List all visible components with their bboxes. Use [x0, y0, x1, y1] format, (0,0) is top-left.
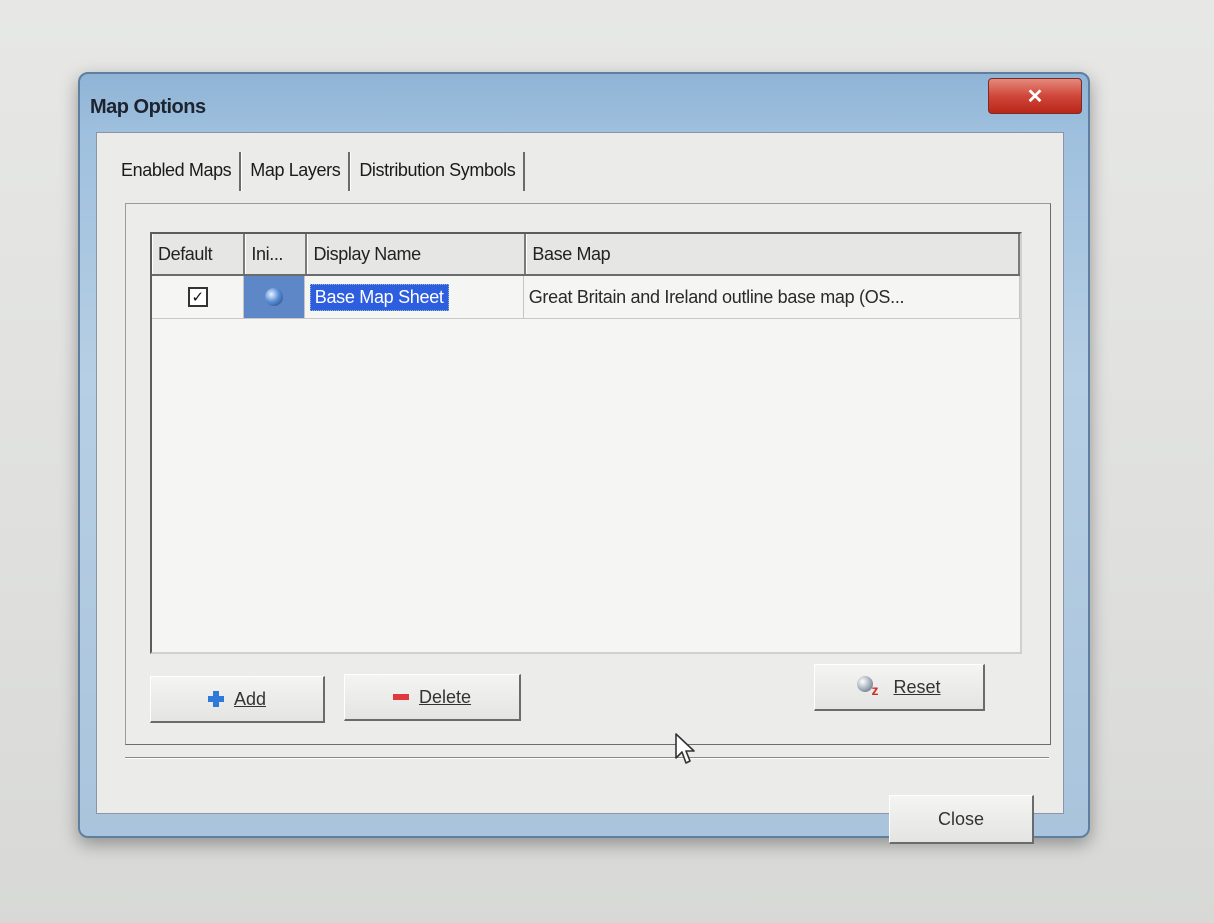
mouse-cursor-icon — [675, 733, 695, 764]
column-header-display-name[interactable]: Display Name — [307, 234, 527, 274]
reset-button[interactable]: z Reset — [814, 664, 985, 711]
close-icon: ✕ — [1026, 85, 1044, 108]
dialog-client-area: Enabled Maps Map Layers Distribution Sym… — [96, 132, 1064, 844]
maps-grid[interactable]: Default Ini... Display Name Base Map ✓ B… — [150, 232, 1022, 654]
base-map-cell[interactable]: Great Britain and Ireland outline base m… — [524, 276, 1020, 318]
tab-enabled-maps[interactable]: Enabled Maps — [109, 152, 242, 191]
grid-header: Default Ini... Display Name Base Map — [152, 234, 1020, 276]
table-row[interactable]: ✓ Base Map Sheet Great Britain and Irela… — [152, 276, 1020, 319]
display-name-edit[interactable]: Base Map Sheet — [309, 283, 449, 311]
tab-strip: Enabled Maps Map Layers Distribution Sym… — [109, 151, 526, 191]
close-button[interactable]: Close — [889, 795, 1034, 844]
minus-icon — [392, 694, 409, 700]
globe-icon — [264, 288, 283, 306]
plus-icon — [207, 691, 224, 707]
reset-icon: z — [857, 676, 883, 698]
close-button-label: Close — [937, 808, 985, 829]
map-options-dialog: Map Options ✕ Enabled Maps Map Layers Di… — [78, 72, 1090, 844]
add-button-label: Add — [233, 688, 267, 709]
tab-map-layers[interactable]: Map Layers — [241, 152, 351, 191]
divider — [125, 757, 1049, 759]
window-title: Map Options — [90, 96, 206, 118]
delete-button[interactable]: Delete — [344, 674, 521, 721]
default-cell: ✓ — [152, 276, 245, 318]
enabled-maps-panel: Default Ini... Display Name Base Map ✓ B… — [125, 203, 1051, 745]
reset-button-label: Reset — [893, 676, 941, 697]
delete-button-label: Delete — [418, 686, 472, 707]
default-checkbox[interactable]: ✓ — [187, 287, 208, 307]
add-button[interactable]: Add — [150, 676, 325, 723]
window-close-button[interactable]: ✕ — [988, 78, 1082, 114]
column-header-ini[interactable]: Ini... — [245, 234, 308, 274]
display-name-cell[interactable]: Base Map Sheet — [305, 276, 524, 318]
tab-distribution-symbols[interactable]: Distribution Symbols — [350, 152, 526, 191]
check-icon: ✓ — [191, 288, 204, 306]
column-header-base-map[interactable]: Base Map — [526, 234, 1020, 274]
title-bar[interactable]: Map Options ✕ — [80, 74, 1088, 136]
column-header-default[interactable]: Default — [152, 234, 246, 274]
ini-cell[interactable] — [244, 276, 305, 318]
